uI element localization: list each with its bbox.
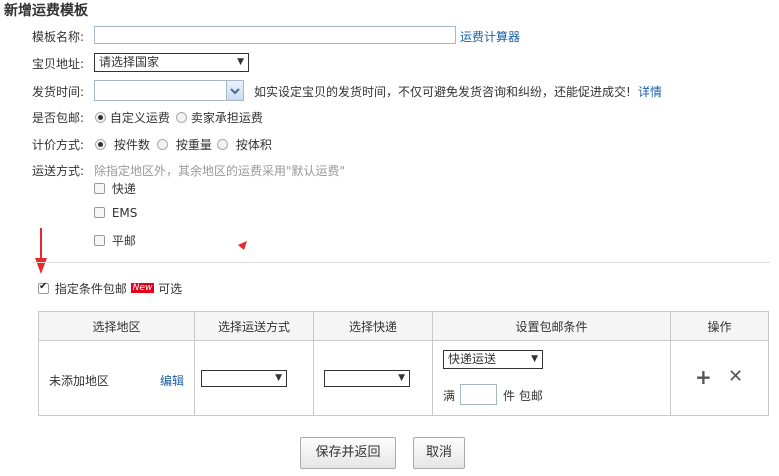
actions-cell: + ✕ (670, 340, 769, 416)
quantity-input[interactable] (460, 384, 497, 405)
checkbox-icon (94, 183, 105, 194)
conditional-free-checkbox[interactable]: 指定条件包邮 New 可选 (38, 280, 182, 297)
column-header: 操作 (670, 311, 769, 341)
radio-icon (95, 112, 106, 123)
column-header: 选择运送方式 (194, 311, 314, 341)
shipping-method-cell: ▼ (194, 340, 314, 416)
table-header-row: 选择地区 选择运送方式 选择快递 设置包邮条件 操作 (38, 311, 769, 341)
ship-time-select[interactable] (94, 80, 244, 101)
shipping-method-select[interactable]: ▼ (201, 370, 287, 387)
chevron-down-icon: ▼ (398, 373, 405, 383)
ship-time-label: 发货时间: (32, 85, 85, 99)
table-row: 未添加地区 编辑 ▼ ▼ 快递运送 ▼ 满 件 包邮 + ✕ (38, 340, 769, 416)
condition-prefix: 满 (443, 389, 456, 403)
surface-mail-label: 平邮 (111, 234, 136, 248)
by-weight-radio[interactable]: 按重量 (157, 136, 212, 153)
chevron-down-icon[interactable] (226, 81, 243, 100)
condition-type-value: 快递运送 (448, 352, 497, 366)
region-value: 未添加地区 (49, 374, 110, 388)
column-header: 选择快递 (313, 311, 433, 341)
radio-icon (217, 139, 228, 150)
radio-icon (176, 112, 187, 123)
by-count-radio[interactable]: 按件数 (95, 136, 150, 153)
pricing-label: 计价方式: (32, 138, 85, 152)
by-weight-label: 按重量 (175, 138, 212, 152)
edit-region-link[interactable]: 编辑 (160, 372, 184, 389)
optional-label: 可选 (158, 282, 183, 296)
seller-pays-label: 卖家承担运费 (190, 111, 263, 125)
country-select-value: 请选择国家 (99, 55, 160, 69)
rules-table: 选择地区 选择运送方式 选择快递 设置包邮条件 操作 未添加地区 编辑 ▼ ▼ … (38, 311, 769, 416)
remove-icon[interactable]: ✕ (728, 366, 743, 387)
radio-icon (95, 139, 106, 150)
section-divider (32, 262, 770, 263)
cursor-triangle-icon (238, 241, 247, 250)
seller-pays-radio[interactable]: 卖家承担运费 (176, 109, 263, 126)
condition-type-select[interactable]: 快递运送 ▼ (443, 350, 543, 369)
courier-cell: ▼ (313, 340, 433, 416)
custom-fee-label: 自定义运费 (109, 111, 170, 125)
delivery-label: 运送方式: (32, 164, 85, 178)
column-header: 设置包邮条件 (432, 311, 671, 341)
custom-fee-radio[interactable]: 自定义运费 (95, 109, 170, 126)
ems-checkbox[interactable]: EMS (94, 206, 137, 220)
express-checkbox[interactable]: 快递 (94, 180, 136, 197)
cancel-button[interactable]: 取消 (413, 437, 465, 469)
by-volume-radio[interactable]: 按体积 (217, 136, 272, 153)
template-name-input[interactable] (94, 26, 456, 44)
save-return-button[interactable]: 保存并返回 (300, 437, 396, 469)
by-volume-label: 按体积 (235, 138, 272, 152)
shipping-calculator-link[interactable]: 运费计算器 (460, 28, 520, 45)
ship-from-label: 宝贝地址: (32, 57, 85, 71)
country-select[interactable]: 请选择国家 ▼ (94, 53, 249, 72)
delivery-hint: 除指定地区外，其余地区的运费采用"默认运费" (94, 164, 346, 178)
checkbox-icon (38, 281, 49, 294)
add-icon[interactable]: + (695, 365, 712, 389)
chevron-down-icon: ▼ (275, 373, 282, 383)
condition-suffix: 件 包邮 (503, 389, 543, 403)
courier-select[interactable]: ▼ (324, 370, 410, 387)
condition-cell: 快递运送 ▼ 满 件 包邮 (432, 340, 671, 416)
new-badge: New (130, 283, 155, 293)
ems-label: EMS (111, 206, 138, 220)
column-header: 选择地区 (38, 311, 195, 341)
chevron-down-icon: ▼ (531, 354, 538, 364)
ship-time-hint: 如实设定宝贝的发货时间，不仅可避免发货咨询和纠纷，还能促进成交! (254, 85, 631, 99)
chevron-down-icon: ▼ (237, 57, 244, 67)
conditional-free-label: 指定条件包邮 (54, 282, 127, 296)
template-name-label: 模板名称: (32, 30, 85, 44)
arrow-down-icon (35, 228, 47, 274)
checkbox-icon (94, 235, 105, 246)
free-shipping-label: 是否包邮: (32, 111, 85, 125)
region-cell: 未添加地区 编辑 (38, 340, 195, 416)
express-label: 快递 (111, 182, 136, 196)
by-count-label: 按件数 (113, 138, 150, 152)
surface-mail-checkbox[interactable]: 平邮 (94, 232, 136, 249)
radio-icon (157, 139, 168, 150)
details-link[interactable]: 详情 (638, 83, 662, 100)
checkbox-icon (94, 207, 105, 218)
page-title: 新增运费模板 (4, 3, 88, 19)
